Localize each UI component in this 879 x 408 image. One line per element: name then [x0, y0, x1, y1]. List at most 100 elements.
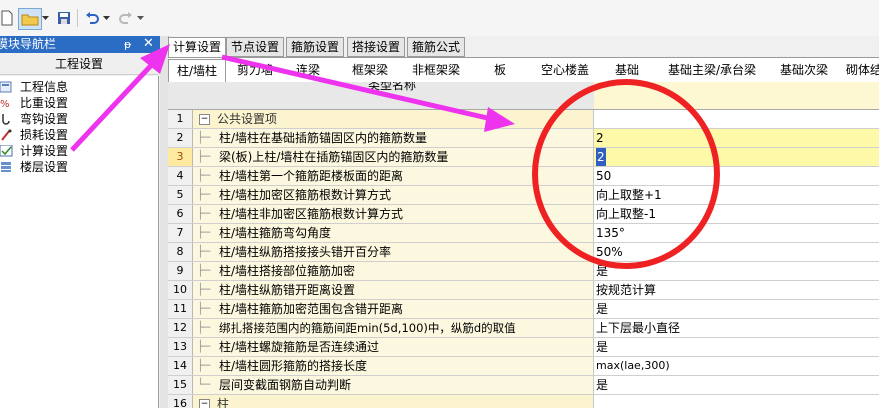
table-row[interactable]: 10 ├─ 柱/墙柱纵筋错开距离设置 按规范计算: [168, 281, 879, 300]
dropdown-arrow-icon[interactable]: [136, 8, 144, 28]
subtab-non-frame-beam[interactable]: 非框架梁: [406, 61, 466, 79]
nav-item-label: 弯钩设置: [20, 112, 69, 126]
row-number: 4: [168, 167, 193, 185]
row-value-cell[interactable]: 上下层最小直径: [594, 319, 879, 337]
tab-node-settings[interactable]: 节点设置: [226, 37, 284, 57]
row-name-cell: ├─ 柱/墙柱圆形箍筋的搭接长度: [193, 357, 594, 375]
tab-stirrup-settings[interactable]: 箍筋设置: [286, 37, 344, 57]
row-number: 9: [168, 262, 193, 280]
row-number: 1: [168, 110, 193, 128]
row-value-cell[interactable]: max(lae,300): [594, 357, 879, 375]
row-number: 6: [168, 205, 193, 223]
subtab-hollow-floor[interactable]: 空心楼盖: [534, 61, 596, 79]
ratio-icon: %: [0, 97, 14, 110]
row-value-cell[interactable]: 是: [594, 262, 879, 280]
row-number: 7: [168, 224, 193, 242]
subtab-foundation-main-beam[interactable]: 基础主梁/承台梁: [662, 61, 762, 79]
row-value-cell[interactable]: 2: [594, 129, 879, 147]
row-number: 12: [168, 319, 193, 337]
grid-header: 类型名称: [168, 82, 879, 110]
row-value-cell[interactable]: 是: [594, 338, 879, 356]
table-row[interactable]: 13 ├─ 柱/墙柱螺旋箍筋是否连续通过 是: [168, 338, 879, 357]
row-number: 10: [168, 281, 193, 299]
open-folder-icon[interactable]: [18, 8, 42, 30]
row-value-cell[interactable]: 是: [594, 300, 879, 318]
table-row[interactable]: 1 − 公共设置项: [168, 110, 879, 129]
row-name: 柱/墙柱螺旋箍筋是否连续通过: [219, 340, 380, 354]
row-name: 柱/墙柱非加密区箍筋根数计算方式: [219, 207, 404, 221]
new-file-icon[interactable]: [0, 8, 14, 28]
row-value-cell[interactable]: 135°: [594, 224, 879, 242]
nav-item-label: 计算设置: [20, 144, 69, 158]
row-name: 柱/墙柱在基础插筋锚固区内的箍筋数量: [219, 131, 428, 145]
row-name-cell: ├─ 柱/墙柱加密区箍筋根数计算方式: [193, 186, 594, 204]
table-row[interactable]: 11 ├─ 柱/墙柱箍筋加密范围包含错开距离 是: [168, 300, 879, 319]
table-row[interactable]: 2 ├─ 柱/墙柱在基础插筋锚固区内的箍筋数量 2: [168, 129, 879, 148]
toolbar: [0, 0, 879, 36]
column-header-name: 类型名称: [368, 82, 417, 92]
nav-item-label: 工程信息: [20, 80, 69, 94]
subtab-coupling-beam[interactable]: 连梁: [288, 61, 328, 79]
tab-calc-settings[interactable]: 计算设置: [168, 37, 226, 58]
table-row[interactable]: 14 ├─ 柱/墙柱圆形箍筋的搭接长度 max(lae,300): [168, 357, 879, 376]
row-value-cell[interactable]: [594, 110, 879, 128]
dropdown-arrow-icon[interactable]: [41, 8, 49, 28]
row-number: 3: [168, 148, 193, 166]
row-name-cell: ├─ 柱/墙柱纵筋搭接接头错开百分率: [193, 243, 594, 261]
collapse-icon[interactable]: −: [199, 399, 210, 408]
table-row[interactable]: 8 ├─ 柱/墙柱纵筋搭接接头错开百分率 50%: [168, 243, 879, 262]
table-row[interactable]: 12 ├─ 绑扎搭接范围内的箍筋间距min(5d,100)中，纵筋d的取值 上下层…: [168, 319, 879, 338]
table-row[interactable]: 7 ├─ 柱/墙柱箍筋弯勾角度 135°: [168, 224, 879, 243]
subtab-foundation-secondary-beam[interactable]: 基础次梁: [774, 61, 834, 79]
tab-lap-settings[interactable]: 搭接设置: [347, 37, 405, 57]
dropdown-arrow-icon[interactable]: [102, 8, 110, 28]
collapse-icon[interactable]: −: [199, 114, 210, 125]
subtab-foundation[interactable]: 基础: [612, 61, 642, 79]
row-value: 50%: [596, 245, 623, 259]
subtab-shear-wall[interactable]: 剪力墙: [230, 61, 280, 79]
row-name-cell: ├─ 绑扎搭接范围内的箍筋间距min(5d,100)中，纵筋d的取值: [193, 319, 594, 337]
subtab-slab[interactable]: 板: [490, 61, 510, 79]
row-value: 上下层最小直径: [596, 321, 681, 335]
save-icon[interactable]: [56, 8, 72, 28]
row-number: 16: [168, 395, 193, 408]
subtab-frame-beam[interactable]: 框架梁: [346, 61, 394, 79]
close-icon[interactable]: ✕: [143, 35, 154, 52]
row-value: 是: [596, 340, 609, 354]
nav-section-header[interactable]: 工程设置: [0, 54, 158, 75]
row-value-cell[interactable]: 50%: [594, 243, 879, 261]
row-name: 柱/墙柱纵筋错开距离设置: [219, 283, 356, 297]
table-row[interactable]: 16 − 柱: [168, 395, 879, 408]
row-name: 绑扎搭接范围内的箍筋间距min(5d,100)中，纵筋d的取值: [219, 321, 516, 335]
row-value-cell[interactable]: 向上取整+1: [594, 186, 879, 204]
row-value-cell[interactable]: 50: [594, 167, 879, 185]
table-row[interactable]: 4 ├─ 柱/墙柱第一个箍筋距楼板面的距离 50: [168, 167, 879, 186]
undo-icon[interactable]: [84, 8, 100, 28]
nav-list: 工程信息 % 比重设置 弯钩设置 损耗设置 计算设置 楼层设置: [0, 76, 159, 408]
row-value-cell[interactable]: [594, 395, 879, 408]
table-row[interactable]: 5 ├─ 柱/墙柱加密区箍筋根数计算方式 向上取整+1: [168, 186, 879, 205]
row-value-cell[interactable]: 向上取整-1: [594, 205, 879, 223]
redo-icon[interactable]: [118, 8, 134, 28]
table-row[interactable]: 3 ├─ 梁(板)上柱/墙柱在插筋锚固区内的箍筋数量 2: [168, 148, 879, 167]
row-value-cell[interactable]: 是: [594, 376, 879, 394]
table-row[interactable]: 9 ├─ 柱/墙柱搭接部位箍筋加密 是: [168, 262, 879, 281]
table-row[interactable]: 6 ├─ 柱/墙柱非加密区箍筋根数计算方式 向上取整-1: [168, 205, 879, 224]
subtab-masonry[interactable]: 砌体结: [846, 61, 879, 79]
row-value: 135°: [596, 226, 625, 240]
row-value-input[interactable]: 2: [594, 148, 879, 166]
info-icon: [0, 81, 14, 93]
row-number: 11: [168, 300, 193, 318]
subtab-column[interactable]: 柱/墙柱: [168, 59, 226, 83]
row-name-cell: ├─ 柱/墙柱在基础插筋锚固区内的箍筋数量: [193, 129, 594, 147]
svg-text:%: %: [0, 99, 10, 109]
row-value-cell[interactable]: 按规范计算: [594, 281, 879, 299]
nav-item-label: 楼层设置: [20, 160, 69, 174]
hook-icon: [0, 113, 14, 125]
row-name: 梁(板)上柱/墙柱在插筋锚固区内的箍筋数量: [219, 150, 449, 164]
tab-stirrup-formula[interactable]: 箍筋公式: [407, 37, 465, 57]
table-row[interactable]: 15 └─ 层间变截面钢筋自动判断 是: [168, 376, 879, 395]
nav-panel-title-bar: 模块导航栏 ᵽ ✕: [0, 36, 160, 53]
pin-icon[interactable]: ᵽ: [124, 36, 131, 53]
row-value: 50: [596, 169, 612, 183]
